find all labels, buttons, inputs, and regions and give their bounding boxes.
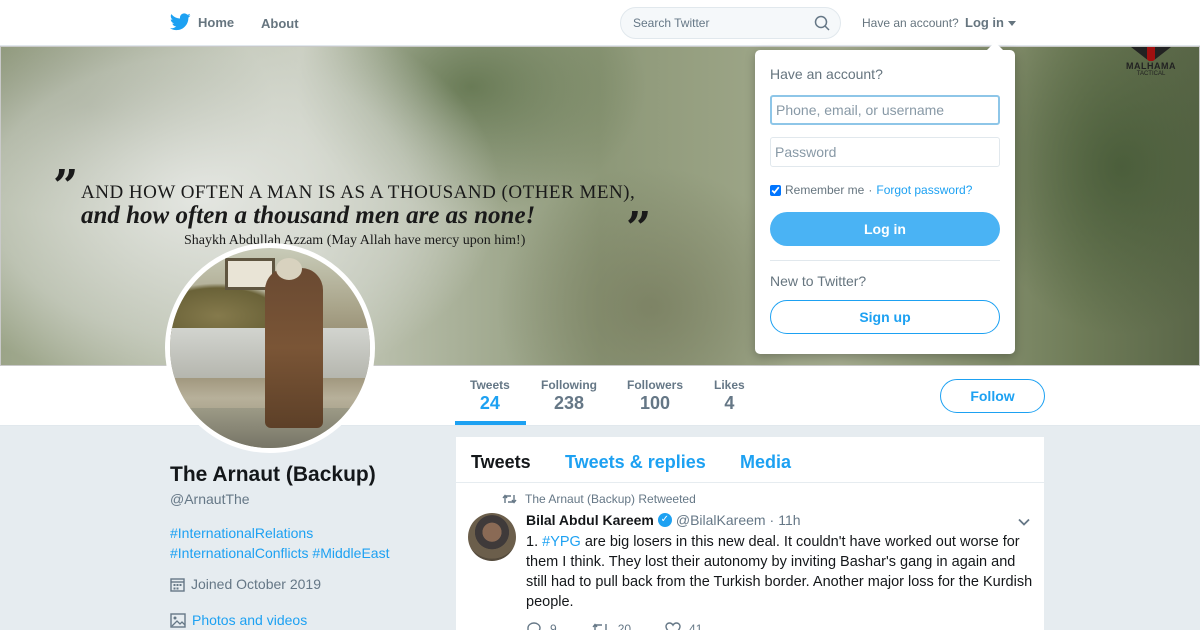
username-field[interactable] — [770, 95, 1000, 125]
nav-home-label: Home — [198, 14, 235, 30]
stat-following[interactable]: Following 238 — [541, 378, 597, 414]
login-dropdown-title: Have an account? — [770, 66, 883, 82]
remember-me-checkbox[interactable] — [770, 184, 781, 196]
new-to-twitter-text: New to Twitter? — [770, 273, 867, 289]
bio-hashtags-line-1[interactable]: #InternationalRelations — [170, 523, 430, 543]
nav-about-link[interactable]: About — [261, 16, 299, 31]
tweet-author-name[interactable]: Bilal Abdul Kareem — [526, 512, 654, 528]
like-action[interactable]: 41 — [665, 622, 702, 630]
stat-value: 24 — [479, 393, 500, 413]
login-dropdown: Have an account? Remember me · Forgot pa… — [755, 42, 1015, 354]
stat-label: Followers — [627, 378, 684, 392]
profile-name[interactable]: The Arnaut (Backup) — [170, 463, 376, 487]
chevron-down-icon[interactable] — [1018, 516, 1030, 528]
search-box[interactable] — [620, 7, 841, 39]
stat-likes[interactable]: Likes 4 — [714, 378, 745, 414]
stat-label: Following — [541, 378, 597, 392]
reply-count: 9 — [550, 622, 557, 630]
remember-me-label[interactable]: Remember me — [785, 183, 864, 197]
tweet-hashtag-link[interactable]: #YPG — [542, 534, 581, 550]
tweet-header: Bilal Abdul Kareem ✓ @BilalKareem · 11h — [526, 512, 801, 528]
banner-logo-subtext: TACTICAL — [1136, 71, 1166, 77]
open-quote-icon: ” — [53, 161, 79, 212]
have-account-text: Have an account? — [862, 16, 959, 30]
retweet-context: The Arnaut (Backup) Retweeted — [502, 492, 696, 506]
banner-quote-line-1: AND HOW OFTEN A MAN IS AS A THOUSAND (OT… — [81, 182, 636, 203]
photos-link-label: Photos and videos — [192, 612, 308, 628]
forgot-password-link[interactable]: Forgot password? — [876, 183, 972, 197]
banner-logo-text: MALHAMA — [1126, 61, 1176, 71]
retweet-icon — [502, 494, 517, 504]
tweet-text-prefix: 1. — [526, 534, 543, 550]
retweet-icon — [592, 623, 607, 630]
search-icon[interactable] — [814, 15, 830, 31]
like-count: 41 — [689, 622, 703, 630]
verified-badge-icon: ✓ — [657, 513, 672, 527]
tweet-actions: 9 20 41 — [526, 622, 702, 630]
photos-and-videos-link[interactable]: Photos and videos — [170, 612, 307, 628]
top-navigation-bar: Home About Have an account? Log in — [0, 0, 1200, 46]
signup-button[interactable]: Sign up — [770, 300, 1000, 334]
stat-label: Tweets — [470, 378, 510, 392]
image-icon — [170, 612, 186, 628]
tweet-meta-separator: · — [769, 512, 775, 528]
banner-quote-line-2: and how often a thousand men are as none… — [81, 202, 536, 229]
banner-logo-mark — [1131, 47, 1171, 61]
password-field[interactable] — [770, 137, 1000, 167]
login-link-label: Log in — [965, 15, 1004, 30]
timeline-panel: Tweets Tweets & replies Media The Arnaut… — [456, 437, 1044, 630]
reply-action[interactable]: 9 — [526, 622, 557, 630]
retweet-action[interactable]: 20 — [591, 622, 631, 630]
calendar-icon — [170, 577, 185, 592]
active-stat-underline — [455, 421, 526, 425]
bio-hashtags-line-2[interactable]: #InternationalConflicts #MiddleEast — [170, 543, 430, 563]
profile-handle[interactable]: @ArnautThe — [170, 491, 250, 507]
reply-icon — [527, 622, 541, 630]
tweet-author-handle[interactable]: @BilalKareem — [676, 512, 766, 528]
retweet-count: 20 — [617, 622, 632, 630]
tab-media[interactable]: Media — [740, 452, 791, 473]
timeline-tabs: Tweets Tweets & replies Media — [456, 437, 1044, 483]
stat-value: 238 — [553, 393, 585, 413]
twitter-bird-icon — [170, 13, 191, 31]
search-input[interactable] — [633, 8, 813, 38]
joined-text: Joined October 2019 — [191, 576, 321, 592]
remember-separator: · — [868, 183, 873, 197]
stat-value: 4 — [724, 393, 735, 413]
close-quote-icon: ” — [626, 203, 652, 254]
login-submit-button[interactable]: Log in — [770, 212, 1000, 246]
profile-bio: #InternationalRelations #InternationalCo… — [170, 523, 430, 563]
tweet-text: 1. #YPG are big losers in this new deal.… — [526, 532, 1036, 612]
stat-followers[interactable]: Followers 100 — [627, 378, 683, 414]
dropdown-divider — [770, 260, 1000, 261]
nav-home-link[interactable]: Home — [170, 13, 234, 31]
remember-me-row: Remember me · Forgot password? — [770, 183, 972, 197]
banner-logo: MALHAMA TACTICAL — [1119, 47, 1183, 79]
tweet-timestamp[interactable]: 11h — [778, 512, 800, 528]
stat-value: 100 — [639, 393, 671, 413]
profile-joined-date: Joined October 2019 — [170, 576, 321, 592]
stat-tweets[interactable]: Tweets 24 — [470, 378, 510, 414]
heart-icon — [665, 622, 681, 630]
retweet-context-text[interactable]: The Arnaut (Backup) Retweeted — [525, 492, 696, 506]
stat-label: Likes — [714, 378, 745, 392]
profile-avatar[interactable] — [165, 243, 375, 453]
login-dropdown-toggle[interactable]: Log in — [965, 15, 1016, 30]
follow-button[interactable]: Follow — [940, 379, 1045, 413]
tab-tweets[interactable]: Tweets — [471, 452, 531, 473]
banner-quote-attribution: Shaykh Abdullah Azzam (May Allah have me… — [184, 233, 526, 248]
tweet-author-avatar[interactable] — [468, 513, 516, 561]
caret-down-icon — [1008, 21, 1016, 26]
tweet-text-body: are big losers in this new deal. It coul… — [526, 534, 1033, 610]
tab-tweets-and-replies[interactable]: Tweets & replies — [565, 452, 706, 473]
